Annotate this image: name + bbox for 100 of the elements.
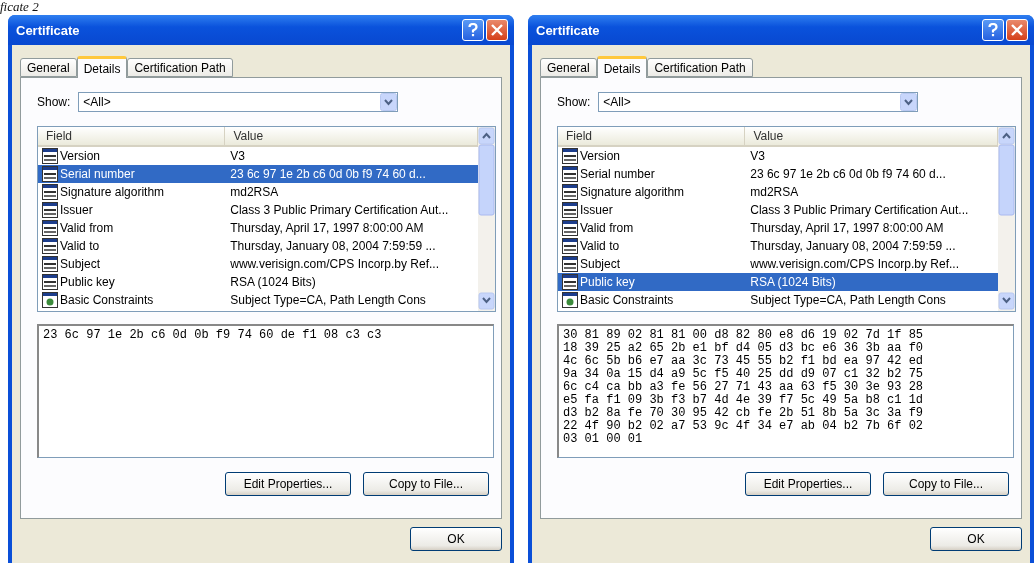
field-value: www.verisign.com/CPS Incorp.by Ref... [230,257,439,271]
column-header[interactable]: Field [38,127,226,145]
field-value: Subject Type=CA, Path Length Cons [750,293,946,307]
list-row[interactable]: Valid from Thursday, April 17, 1997 8:00:00 AM [558,219,998,237]
field-name: Valid from [580,221,634,235]
show-dropdown[interactable]: <All> [78,92,399,112]
field-icon [42,148,58,164]
list-row[interactable]: Valid to Thursday, January 08, 2004 7:59:59 ... [38,237,478,255]
list-row[interactable]: Version V3 [38,147,478,165]
list-row[interactable]: Version V3 [558,147,998,165]
list-row[interactable]: Issuer Class 3 Public Primary Certification Aut... [558,201,998,219]
extension-icon [42,292,58,308]
field-name: Basic Constraints [60,293,154,307]
field-icon [562,256,578,272]
field-value: Subject Type=CA, Path Length Cons [230,293,426,307]
close-button[interactable] [486,19,508,41]
field-value: Thursday, April 17, 1997 8:00:00 AM [750,221,944,235]
value-field[interactable]: 23 6c 97 1e 2b c6 0d 0b f9 74 60 de f1 08 c3 c3 [37,324,494,458]
field-icon [42,274,58,290]
field-name: Public key [60,275,115,289]
list-row[interactable]: Serial number 23 6c 97 1e 2b c6 0d 0b f9 74 60 d... [38,165,478,183]
tab[interactable]: General [540,58,597,77]
list-row[interactable]: Public key RSA (1024 Bits) [558,273,998,291]
field-value: RSA (1024 Bits) [230,275,316,289]
field-icon [42,184,58,200]
list-row[interactable]: Public key RSA (1024 Bits) [38,273,478,291]
field-name: Valid to [580,239,620,253]
column-header[interactable]: Field [558,127,746,145]
field-value: Thursday, April 17, 1997 8:00:00 AM [230,221,424,235]
edit-properties-button[interactable]: Edit Properties... [745,472,871,496]
value-field[interactable]: 30 81 89 02 81 81 00 d8 82 80 e8 d6 19 02 7d 1f 85 18 39 25 a2 65 2b e1 bf d4 05 d3 bc e6 36 3b aa f0 4c 6c 5b b6 e7 aa 3c 73 45 55 b2 f1 bd ea 97 42 ed 9a 34 0a 15 d4 a9 5c f5 40 25 dd d9 07 c1 32 b2 75 6c c4 ca bb a3 fe 56 27 71 43 aa 63 f5 30 3e 93 28 e5 fa f1 09 3b f3 b7 4d 4e 39 f7 5c 49 5a b8 c1 1d d3 b2 8a fe 70 30 95 42 cb fe 2b 51 8b 5a 3c 3a f9 22 4f 90 b2 02 a7 53 9c 4f 34 e7 ab 04 b2 7b 6f 02 03 01 00 01 [557,324,1014,458]
list-row[interactable]: Subject www.verisign.com/CPS Incorp.by Ref... [38,255,478,273]
copy-to-file-button[interactable]: Copy to File... [363,472,489,496]
list-row[interactable]: Signature algorithm md2RSA [558,183,998,201]
field-icon [42,202,58,218]
tab[interactable]: Certification Path [127,58,233,77]
field-icon [42,220,58,236]
field-icon [42,166,58,182]
field-icon [562,238,578,254]
field-value: www.verisign.com/CPS Incorp.by Ref... [750,257,959,271]
scrollbar[interactable] [998,127,1015,311]
ok-button[interactable]: OK [930,527,1022,551]
tab[interactable]: Certification Path [647,58,753,77]
list-row[interactable]: Valid to Thursday, January 08, 2004 7:59:59 ... [558,237,998,255]
field-icon [562,220,578,236]
window-title: Certificate [536,22,600,38]
help-button[interactable] [462,19,484,41]
window-title: Certificate [16,22,80,38]
close-button[interactable] [1006,19,1028,41]
ok-button[interactable]: OK [410,527,502,551]
list-row[interactable]: Issuer Class 3 Public Primary Certification Aut... [38,201,478,219]
tab[interactable]: Details [596,56,648,78]
field-name: Version [580,149,621,163]
scrollbar[interactable] [478,127,495,311]
list-row[interactable]: Subject www.verisign.com/CPS Incorp.by Ref... [558,255,998,273]
list-row[interactable]: Signature algorithm md2RSA [38,183,478,201]
field-name: Public key [580,275,635,289]
field-icon [562,202,578,218]
help-button[interactable] [982,19,1004,41]
field-icon [562,274,578,290]
field-name: Signature algorithm [60,185,165,199]
field-name: Signature algorithm [580,185,685,199]
close-icon [491,24,503,36]
field-icon [42,238,58,254]
field-name: Basic Constraints [580,293,674,307]
field-value: md2RSA [230,185,279,199]
help-icon [468,23,478,37]
list-row[interactable]: Basic Constraints Subject Type=CA, Path Length Cons [558,291,998,309]
field-icon [42,256,58,272]
field-name: Issuer [580,203,613,217]
field-value: 23 6c 97 1e 2b c6 0d 0b f9 74 60 d... [750,167,946,181]
field-name: Issuer [60,203,93,217]
list-row[interactable]: Serial number 23 6c 97 1e 2b c6 0d 0b f9 74 60 d... [558,165,998,183]
field-value: Class 3 Public Primary Certification Aut... [230,203,449,217]
help-icon [988,23,998,37]
field-value: Thursday, January 08, 2004 7:59:59 ... [750,239,956,253]
show-label: Show: [557,95,591,109]
edit-properties-button[interactable]: Edit Properties... [225,472,351,496]
field-icon [562,166,578,182]
list-row[interactable]: Basic Constraints Subject Type=CA, Path Length Cons [38,291,478,309]
copy-to-file-button[interactable]: Copy to File... [883,472,1009,496]
field-value: Class 3 Public Primary Certification Aut... [750,203,969,217]
tab[interactable]: General [20,58,77,77]
show-dropdown[interactable]: <All> [598,92,919,112]
close-icon [1011,24,1023,36]
field-name: Serial number [60,167,135,181]
field-name: Subject [60,257,101,271]
field-value: md2RSA [750,185,799,199]
field-value: 23 6c 97 1e 2b c6 0d 0b f9 74 60 d... [230,167,426,181]
caption-text: ficate 2 [0,0,39,14]
show-label: Show: [37,95,71,109]
field-name: Valid from [60,221,114,235]
field-value: V3 [230,149,245,163]
field-icon [562,184,578,200]
tab[interactable]: Details [76,56,128,78]
field-value: RSA (1024 Bits) [750,275,836,289]
field-value: V3 [750,149,765,163]
field-name: Serial number [580,167,655,181]
list-row[interactable]: Valid from Thursday, April 17, 1997 8:00:00 AM [38,219,478,237]
field-icon [562,148,578,164]
